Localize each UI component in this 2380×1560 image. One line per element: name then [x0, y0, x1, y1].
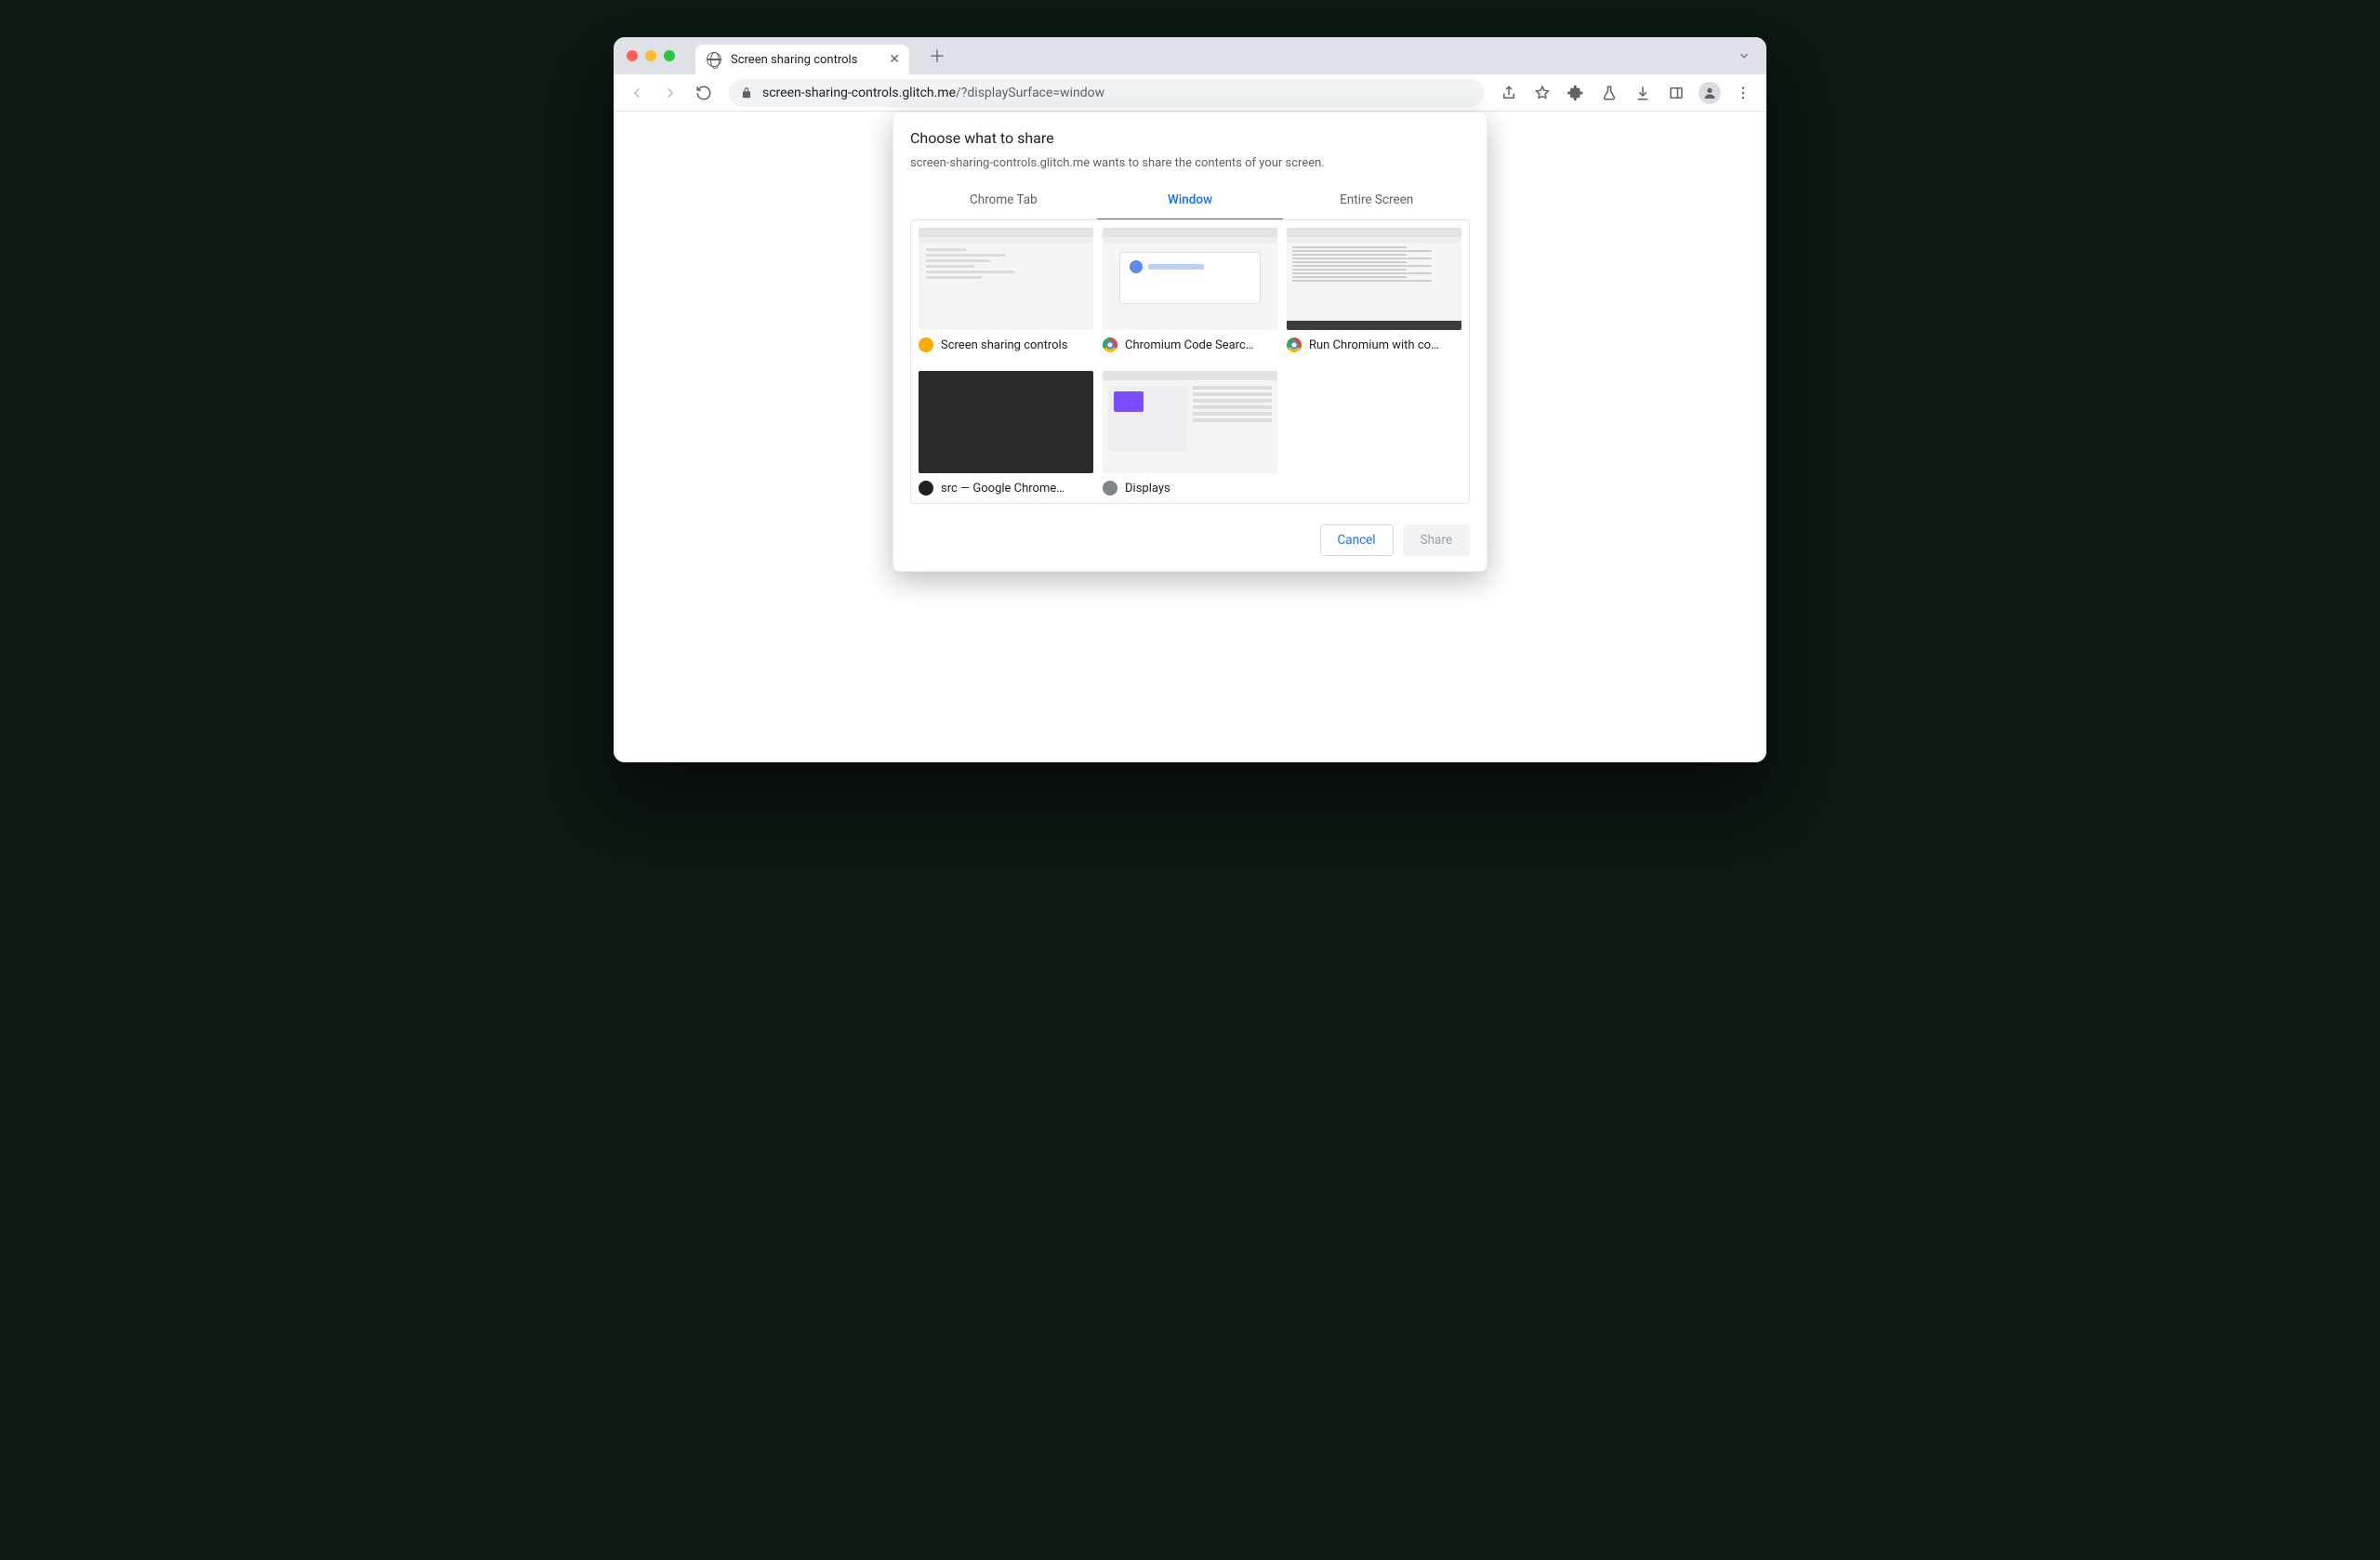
thumbnail [1103, 228, 1277, 330]
kebab-menu-button[interactable] [1729, 79, 1757, 107]
profile-button[interactable] [1696, 79, 1724, 107]
thumbnail [919, 371, 1093, 473]
url-host: screen-sharing-controls.glitch.me [762, 86, 956, 100]
thumbnail [1103, 371, 1277, 473]
back-button[interactable] [623, 79, 651, 107]
app-icon [919, 481, 933, 496]
dialog-title: Choose what to share [910, 129, 1470, 147]
dialog-footer: Cancel Share [910, 524, 1470, 556]
share-option[interactable]: src — Google Chrome… [919, 371, 1093, 496]
titlebar: Screen sharing controls ✕ ＋ [614, 37, 1766, 74]
labs-button[interactable] [1595, 79, 1623, 107]
toolbar: screen-sharing-controls.glitch.me/?displ… [614, 74, 1766, 112]
share-option-label: Displays [1125, 482, 1170, 496]
settings-icon [1103, 481, 1117, 496]
globe-icon [707, 52, 721, 67]
page-content: Choose what to share screen-sharing-cont… [614, 112, 1766, 762]
share-option[interactable]: Chromium Code Searc… [1103, 228, 1277, 352]
thumbnail [919, 228, 1093, 330]
url-text: screen-sharing-controls.glitch.me/?displ… [762, 86, 1104, 100]
share-option[interactable]: Displays [1103, 371, 1277, 496]
browser-window: Screen sharing controls ✕ ＋ screen-shari… [614, 37, 1766, 762]
tab-entire-screen[interactable]: Entire Screen [1283, 183, 1470, 220]
bookmark-button[interactable] [1528, 79, 1556, 107]
extensions-button[interactable] [1562, 79, 1590, 107]
side-panel-button[interactable] [1662, 79, 1690, 107]
reload-button[interactable] [690, 79, 718, 107]
lock-icon [740, 86, 753, 99]
window-grid: Screen sharing controls Chromium Code Se… [910, 219, 1470, 504]
share-option-label: Screen sharing controls [941, 338, 1067, 352]
share-option-label: Chromium Code Searc… [1125, 338, 1253, 352]
forward-button[interactable] [656, 79, 684, 107]
dialog-tab-list: Chrome Tab Window Entire Screen [910, 183, 1470, 220]
share-button[interactable]: Share [1403, 524, 1470, 556]
share-picker-dialog: Choose what to share screen-sharing-cont… [892, 112, 1488, 572]
tab-list-button[interactable] [1731, 43, 1757, 69]
minimize-window-button[interactable] [645, 50, 656, 61]
new-tab-button[interactable]: ＋ [924, 43, 950, 69]
url-path: /?displaySurface=window [956, 86, 1104, 100]
share-option-label: Run Chromium with co… [1309, 338, 1439, 352]
tab-title: Screen sharing controls [731, 53, 879, 67]
close-window-button[interactable] [627, 50, 638, 61]
share-option[interactable]: Screen sharing controls [919, 228, 1093, 352]
browser-tab[interactable]: Screen sharing controls ✕ [695, 45, 909, 74]
cancel-button[interactable]: Cancel [1320, 524, 1394, 556]
tab-chrome-tab[interactable]: Chrome Tab [910, 183, 1097, 220]
dialog-subtitle: screen-sharing-controls.glitch.me wants … [910, 156, 1470, 170]
share-option[interactable]: Run Chromium with co… [1287, 228, 1461, 352]
tab-window[interactable]: Window [1097, 183, 1284, 220]
traffic-lights [627, 50, 675, 61]
address-bar[interactable]: screen-sharing-controls.glitch.me/?displ… [729, 79, 1484, 107]
thumbnail [1287, 228, 1461, 330]
chrome-icon [1287, 337, 1302, 352]
close-tab-button[interactable]: ✕ [889, 53, 900, 66]
downloads-button[interactable] [1629, 79, 1657, 107]
app-icon [919, 337, 933, 352]
share-option-label: src — Google Chrome… [941, 482, 1064, 496]
maximize-window-button[interactable] [664, 50, 675, 61]
chrome-icon [1103, 337, 1117, 352]
share-page-button[interactable] [1495, 79, 1523, 107]
